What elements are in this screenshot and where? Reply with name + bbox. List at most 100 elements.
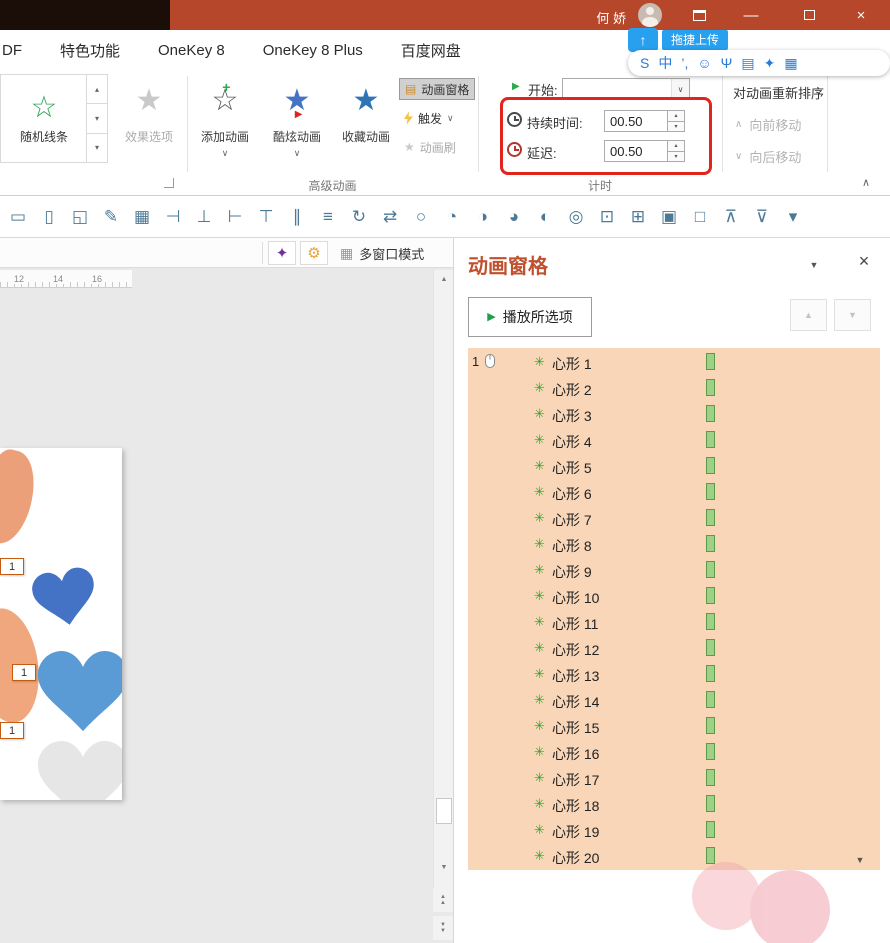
animation-item[interactable]: ✳ 心形 6 <box>468 479 880 505</box>
animation-timeline-bar[interactable] <box>706 353 715 370</box>
delay-input[interactable] <box>604 140 668 162</box>
close-window-button[interactable]: × <box>838 0 884 30</box>
animation-timeline-bar[interactable] <box>706 379 715 396</box>
soft-keyboard-icon[interactable]: ▤ <box>741 55 754 72</box>
animation-timeline-bar[interactable] <box>706 821 715 838</box>
insert-chart-icon[interactable]: ▦ <box>132 208 152 225</box>
start-select[interactable]: ∨ <box>562 78 690 100</box>
animation-item[interactable]: ✳ 心形 9 <box>468 557 880 583</box>
animation-timeline-bar[interactable] <box>706 405 715 422</box>
animation-timeline-bar[interactable] <box>706 509 715 526</box>
animation-timeline-bar[interactable] <box>706 535 715 552</box>
vertical-textbox-icon[interactable]: ▯ <box>39 208 59 225</box>
animation-item[interactable]: ✳ 心形 7 <box>468 505 880 531</box>
half-fill-circle-icon[interactable]: ◑ <box>473 208 493 225</box>
magic-wand-button[interactable]: ✦ <box>268 241 296 265</box>
window-layout-button[interactable] <box>676 0 722 30</box>
crop-icon[interactable]: ⊡ <box>597 208 617 225</box>
animation-item[interactable]: ✳ 心形 3 <box>468 401 880 427</box>
scroll-up-button[interactable]: ▲ <box>434 270 454 288</box>
contrast-circle-icon[interactable]: ◐ <box>535 208 555 225</box>
animation-item[interactable]: ✳ 心形 10 <box>468 583 880 609</box>
gallery-up-button[interactable]: ▴ <box>87 75 107 104</box>
voice-input-icon[interactable]: Ψ <box>721 55 733 71</box>
slide[interactable]: 1 1 1 <box>0 448 122 800</box>
next-slide-button[interactable]: ▼ ▼ <box>433 916 453 940</box>
animation-item[interactable]: ✳ 心形 11 <box>468 609 880 635</box>
animation-timeline-bar[interactable] <box>706 717 715 734</box>
animation-item[interactable]: ✳ 心形 5 <box>468 453 880 479</box>
animation-timeline-bar[interactable] <box>706 795 715 812</box>
skin-icon[interactable]: ✦ <box>764 55 776 72</box>
favorite-animation-button[interactable]: ★ 收藏动画 <box>332 74 400 174</box>
cool-animation-button[interactable]: ★ ▶ 酷炫动画 ∨ <box>262 74 332 174</box>
spinner-down-icon[interactable]: ▾ <box>668 122 684 132</box>
distribute-vertical-icon[interactable]: ≡ <box>318 208 338 225</box>
ring-icon[interactable]: ◎ <box>566 208 586 225</box>
emoji-icon[interactable]: ☺ <box>697 55 711 71</box>
play-selected-button[interactable]: ▶ 播放所选项 <box>468 297 592 337</box>
upload-icon[interactable]: ↑ <box>628 28 658 52</box>
animation-item[interactable]: ✳ 心形 15 <box>468 713 880 739</box>
move-earlier-button[interactable]: ∧ 向前移动 <box>735 115 801 134</box>
animation-item[interactable]: ✳ 心形 16 <box>468 739 880 765</box>
minimize-button[interactable]: — <box>728 0 774 30</box>
send-backward-icon[interactable]: ⊽ <box>752 208 772 225</box>
toolbox-icon[interactable]: ▦ <box>784 55 797 72</box>
animation-item[interactable]: 1 ✳ 心形 1 <box>468 349 880 375</box>
previous-slide-button[interactable]: ▲ ▲ <box>433 888 453 912</box>
punctuation-mode-icon[interactable]: ’, <box>681 55 688 71</box>
animation-pane-toggle-button[interactable]: ▤ 动画窗格 <box>399 78 475 100</box>
align-top-icon[interactable]: ⊤ <box>256 208 276 225</box>
quarter-fill-circle-icon[interactable]: ◔ <box>442 208 462 225</box>
animation-item[interactable]: ✳ 心形 20 <box>468 843 880 869</box>
spinner-up-icon[interactable]: ▴ <box>668 111 684 122</box>
gallery-more-button[interactable]: ▾ <box>87 134 107 162</box>
scrollbar-thumb[interactable] <box>436 798 452 824</box>
move-item-up-button[interactable]: ▲ <box>790 299 827 331</box>
dialog-launcher-icon[interactable] <box>164 178 174 188</box>
animation-timeline-bar[interactable] <box>706 483 715 500</box>
menu-tab[interactable]: OneKey 8 Plus <box>263 42 363 59</box>
menu-tab[interactable]: 百度网盘 <box>401 40 461 61</box>
animation-item[interactable]: ✳ 心形 12 <box>468 635 880 661</box>
oval-icon[interactable]: ○ <box>411 208 431 225</box>
grid-icon[interactable]: ⊞ <box>628 208 648 225</box>
animation-item[interactable]: ✳ 心形 13 <box>468 661 880 687</box>
animation-timeline-bar[interactable] <box>706 561 715 578</box>
pane-close-button[interactable]: × <box>852 250 876 272</box>
animation-item[interactable]: ✳ 心形 17 <box>468 765 880 791</box>
align-right-icon[interactable]: ⊢ <box>225 208 245 225</box>
animation-painter-button[interactable]: ★ 动画刷 <box>399 136 461 158</box>
move-item-down-button[interactable]: ▼ <box>834 299 871 331</box>
settings-gear-button[interactable]: ⚙ <box>300 241 328 265</box>
rotate-icon[interactable]: ↻ <box>349 208 369 225</box>
menu-tab[interactable]: OneKey 8 <box>158 42 225 59</box>
start-select-value[interactable] <box>563 79 671 99</box>
group-icon[interactable]: ▣ <box>659 208 679 225</box>
animation-timeline-bar[interactable] <box>706 691 715 708</box>
trigger-button[interactable]: 触发 ∨ <box>399 107 459 129</box>
user-avatar[interactable] <box>638 3 662 27</box>
sogou-logo-icon[interactable]: S <box>640 55 649 71</box>
animation-timeline-bar[interactable] <box>706 639 715 656</box>
chinese-mode-icon[interactable]: 中 <box>658 53 672 73</box>
vertical-scrollbar[interactable]: ▲ ▼ <box>433 270 453 892</box>
ungroup-icon[interactable]: □ <box>690 208 710 225</box>
edit-shape-icon[interactable]: ✎ <box>101 208 121 225</box>
animation-timeline-bar[interactable] <box>706 457 715 474</box>
animation-item[interactable]: ✳ 心形 14 <box>468 687 880 713</box>
animation-timeline-bar[interactable] <box>706 743 715 760</box>
animation-item[interactable]: ✳ 心形 4 <box>468 427 880 453</box>
gallery-item-random-lines[interactable]: ☆ 随机线条 <box>1 75 87 162</box>
add-animation-button[interactable]: ☆ + 添加动画 ∨ <box>190 74 260 174</box>
animation-timeline-bar[interactable] <box>706 847 715 864</box>
animation-timeline-bar[interactable] <box>706 613 715 630</box>
distribute-horizontal-icon[interactable]: ∥ <box>287 208 307 225</box>
animation-timeline-bar[interactable] <box>706 431 715 448</box>
scroll-down-button[interactable]: ▼ <box>434 858 454 876</box>
flip-icon[interactable]: ⇄ <box>380 208 400 225</box>
effect-options-button[interactable]: ★ 效果选项 <box>112 74 186 174</box>
spinner-down-icon[interactable]: ▾ <box>668 152 684 162</box>
move-later-button[interactable]: ∨ 向后移动 <box>735 147 801 166</box>
